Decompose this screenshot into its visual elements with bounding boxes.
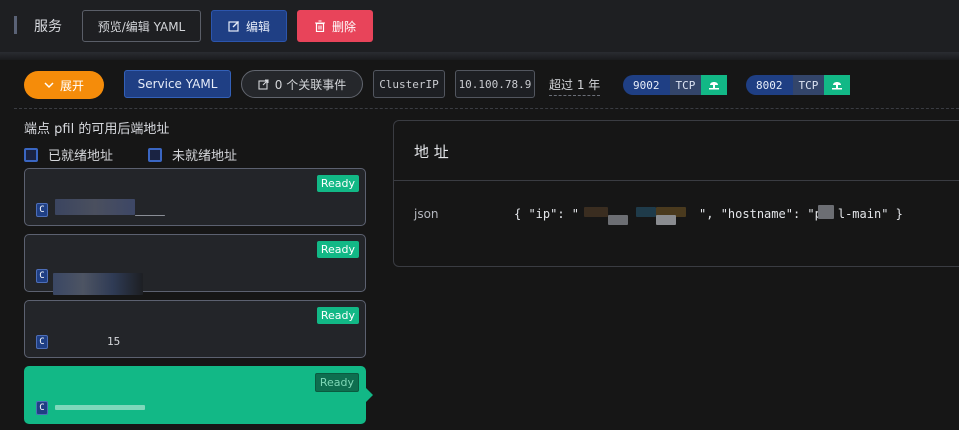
status-badge: Ready bbox=[316, 241, 359, 258]
edit-button[interactable]: 编辑 bbox=[211, 10, 287, 42]
related-events-label: 0 个关联事件 bbox=[274, 77, 347, 92]
redacted-ip bbox=[55, 405, 145, 410]
expand-label: 展开 bbox=[59, 78, 84, 93]
section-divider bbox=[0, 52, 959, 60]
service-type-tag: ClusterIP bbox=[373, 70, 445, 98]
edit-icon bbox=[228, 21, 239, 32]
port-badge: 9002 TCP bbox=[623, 75, 738, 95]
redacted-hostname bbox=[818, 205, 834, 219]
top-toolbar: 服务 预览/编辑 YAML 编辑 删除 bbox=[0, 0, 959, 52]
status-badge: Ready bbox=[316, 307, 359, 324]
endpoints-title: 端点 pfil 的可用后端地址 bbox=[24, 122, 170, 137]
json-prefix: { "ip": " bbox=[514, 207, 580, 221]
related-events-button[interactable]: 0 个关联事件 bbox=[241, 70, 363, 98]
chevron-down-icon bbox=[44, 82, 54, 89]
detail-title: 地 址 bbox=[394, 121, 959, 181]
address-value: 15 bbox=[107, 335, 121, 348]
service-yaml-button[interactable]: Service YAML bbox=[124, 70, 231, 98]
status-badge: Ready bbox=[314, 373, 359, 392]
redacted-ip bbox=[53, 273, 143, 295]
address-card[interactable]: Ready C 15 bbox=[24, 300, 366, 358]
redacted-ip bbox=[135, 215, 165, 216]
status-badge: Ready bbox=[316, 175, 359, 192]
delete-label: 删除 bbox=[331, 19, 356, 34]
port-number: 9002 bbox=[623, 75, 670, 95]
legend-not-ready: 未就绪地址 bbox=[148, 145, 237, 164]
legend-ready: 已就绪地址 bbox=[24, 145, 113, 164]
detail-label: json bbox=[414, 207, 439, 221]
preview-edit-yaml-button[interactable]: 预览/编辑 YAML bbox=[82, 10, 201, 42]
port-protocol: TCP bbox=[792, 75, 825, 95]
redacted-ip bbox=[636, 207, 656, 217]
trash-icon bbox=[314, 20, 325, 32]
redacted-ip bbox=[656, 215, 676, 225]
json-mid: ", "hostname": "p bbox=[699, 207, 822, 221]
redacted-ip bbox=[584, 207, 608, 217]
address-detail-panel: 地 址 json { "ip": " ", "hostname": "p l-mai… bbox=[393, 120, 959, 267]
preview-edit-yaml-label: 预览/编辑 YAML bbox=[97, 19, 186, 34]
address-kind-badge: C bbox=[36, 203, 48, 217]
port-number: 8002 bbox=[746, 75, 793, 95]
legend-not-ready-label: 未就绪地址 bbox=[172, 149, 238, 164]
service-yaml-label: Service YAML bbox=[137, 77, 218, 91]
cluster-ip-tag: 10.100.78.9 bbox=[455, 70, 535, 98]
address-card-selected[interactable]: Ready C bbox=[24, 366, 366, 424]
address-card[interactable]: Ready C bbox=[24, 234, 366, 295]
legend-swatch bbox=[24, 147, 38, 162]
expand-button[interactable]: 展开 bbox=[24, 71, 104, 99]
dashed-separator bbox=[14, 108, 959, 109]
title-accent-bar bbox=[14, 16, 17, 34]
external-link-icon bbox=[258, 78, 269, 90]
address-kind-badge: C bbox=[36, 335, 48, 349]
network-icon bbox=[701, 75, 728, 95]
legend-swatch bbox=[148, 147, 162, 162]
detail-json: { "ip": " ", "hostname": "p l-main" } bbox=[514, 207, 903, 221]
redacted-ip bbox=[608, 215, 628, 225]
service-age: 超过 1 年 bbox=[549, 76, 601, 96]
delete-button[interactable]: 删除 bbox=[297, 10, 373, 42]
address-kind-badge: C bbox=[36, 269, 48, 283]
redacted-ip bbox=[55, 199, 135, 215]
port-protocol: TCP bbox=[669, 75, 702, 95]
address-card[interactable]: Ready C bbox=[24, 168, 366, 226]
port-badge: 8002 TCP bbox=[746, 75, 860, 95]
json-suffix: l-main" } bbox=[837, 207, 903, 221]
legend-ready-label: 已就绪地址 bbox=[48, 149, 114, 164]
edit-label: 编辑 bbox=[245, 19, 270, 34]
network-icon bbox=[824, 75, 851, 95]
selected-arrow-icon bbox=[366, 388, 373, 402]
page-title: 服务 bbox=[34, 19, 62, 35]
address-kind-badge: C bbox=[36, 401, 48, 415]
